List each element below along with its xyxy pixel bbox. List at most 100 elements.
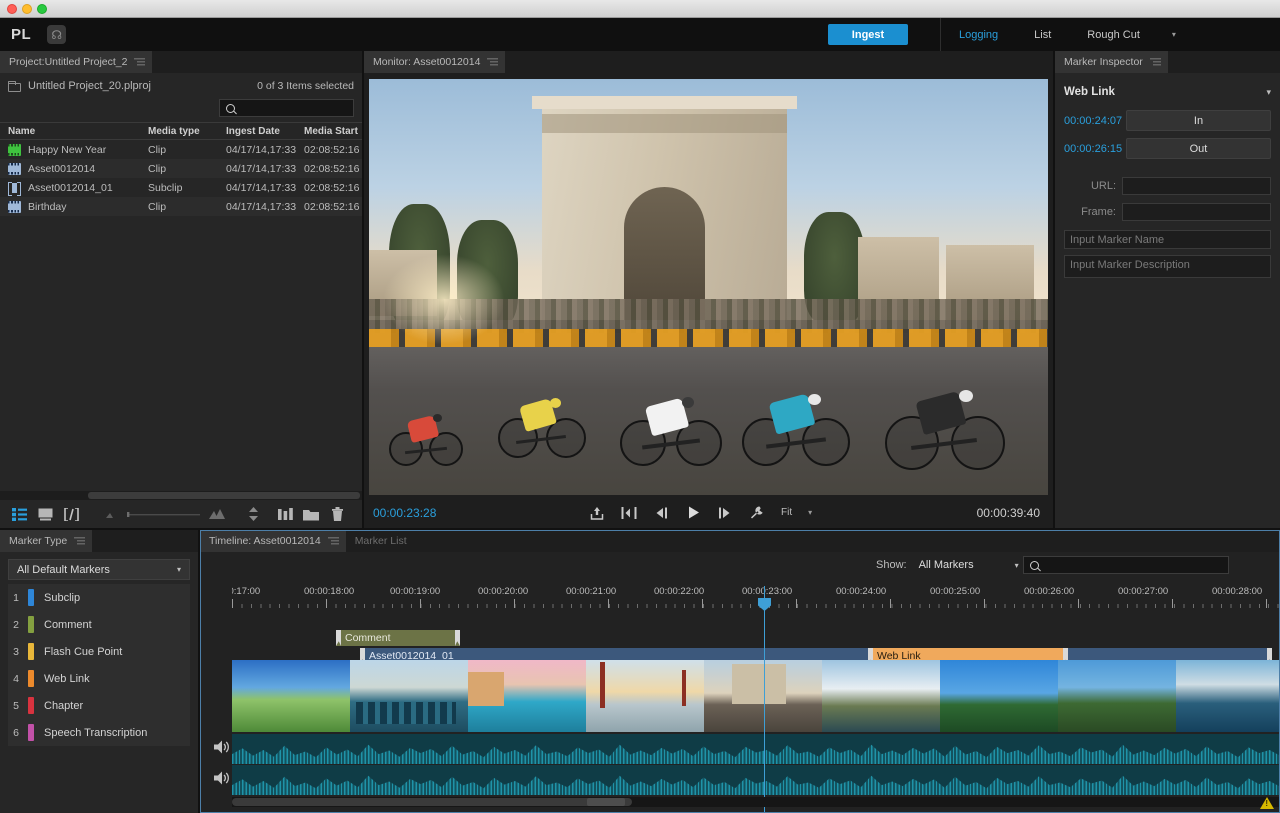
step-back-icon[interactable] <box>653 505 669 521</box>
marker-bar-comment[interactable]: Comment <box>336 630 460 646</box>
window-controls[interactable] <box>7 4 47 14</box>
scrollbar-thumb[interactable] <box>232 798 632 806</box>
thumbnail-view-icon[interactable] <box>32 500 58 528</box>
timeline-ruler[interactable]: 00:00:17:00 00:00:18:00 00:00:19:00 00:0… <box>232 586 1280 612</box>
prelude-app-window: PL ☊ Ingest Logging List Rough Cut ▾ Pro… <box>0 0 1280 813</box>
table-row[interactable]: Asset0012014_01 Subclip 04/17/14,17:33 0… <box>0 178 362 197</box>
list-item[interactable]: 1 Subclip <box>8 584 190 611</box>
settings-wrench-icon[interactable] <box>749 505 765 521</box>
tab-marker-inspector[interactable]: Marker Inspector <box>1055 51 1168 73</box>
panel-menu-icon[interactable] <box>328 537 339 546</box>
creative-cloud-icon[interactable]: ☊ <box>47 25 66 44</box>
scrollbar-thumb[interactable] <box>88 492 360 499</box>
url-field[interactable] <box>1122 177 1271 195</box>
thumb-size-slider[interactable] <box>124 500 204 528</box>
workspace-tab-rough-cut[interactable]: Rough Cut <box>1069 18 1158 51</box>
new-bin-icon[interactable] <box>298 500 324 528</box>
audio-track-1[interactable] <box>232 734 1280 764</box>
tab-marker-type-label: Marker Type <box>9 535 67 547</box>
workspace-menu-chevron-down-icon[interactable]: ▾ <box>1158 30 1190 39</box>
monitor-tab-bar: Monitor: Asset0012014 <box>364 51 1053 73</box>
panel-menu-icon[interactable] <box>1150 58 1161 67</box>
sort-order-icon[interactable] <box>240 500 266 528</box>
scrollbar-zoom-handle[interactable] <box>587 798 625 806</box>
column-header-media-start[interactable]: Media Start <box>296 126 362 137</box>
close-window-button[interactable] <box>7 4 17 14</box>
workspace-tab-logging[interactable]: Logging <box>941 18 1016 51</box>
export-frame-icon[interactable] <box>589 505 605 521</box>
ruler-tick-label: 00:00:21:00 <box>566 586 616 597</box>
tab-marker-list[interactable]: Marker List <box>346 530 414 552</box>
timeline-playhead[interactable] <box>764 586 765 813</box>
panel-divider-horizontal[interactable] <box>0 528 1280 530</box>
panel-divider-vertical[interactable] <box>1053 51 1055 528</box>
marker-description-input[interactable]: Input Marker Description <box>1064 255 1271 278</box>
list-item[interactable]: 5 Chapter <box>8 692 190 719</box>
inspector-body: Web Link ▾ 00:00:24:07 In 00:00:26:15 Ou… <box>1055 73 1280 278</box>
tab-marker-type[interactable]: Marker Type <box>0 530 92 552</box>
column-header-ingest-date[interactable]: Ingest Date <box>218 126 296 137</box>
tab-monitor[interactable]: Monitor: Asset0012014 <box>364 51 505 73</box>
marker-handle-left[interactable] <box>336 630 341 646</box>
table-row[interactable]: Happy New Year Clip 04/17/14,17:33 02:08… <box>0 140 362 159</box>
marker-out-timecode[interactable]: 00:00:26:15 <box>1064 143 1126 155</box>
marker-inspector-panel: Marker Inspector Web Link ▾ 00:00:24:07 … <box>1055 51 1280 528</box>
column-header-media-type[interactable]: Media type <box>140 126 218 137</box>
delete-icon[interactable] <box>324 500 350 528</box>
marker-type-chevron-down-icon[interactable]: ▾ <box>1266 87 1271 98</box>
list-item[interactable]: 6 Speech Transcription <box>8 719 190 746</box>
ruler-tick-label: 00:00:22:00 <box>654 586 704 597</box>
panel-menu-icon[interactable] <box>134 58 145 67</box>
list-item[interactable]: 4 Web Link <box>8 665 190 692</box>
panel-divider-vertical[interactable] <box>198 530 200 813</box>
tab-marker-list-label: Marker List <box>355 535 407 547</box>
video-track-filmstrip[interactable] <box>232 660 1280 732</box>
frame-field[interactable] <box>1122 203 1271 221</box>
timeline-horizontal-scrollbar[interactable] <box>232 797 1280 807</box>
zoom-chevron-down-icon[interactable]: ▾ <box>808 508 812 517</box>
zoom-window-button[interactable] <box>37 4 47 14</box>
thumb-large-icon[interactable] <box>204 500 230 528</box>
marker-preset-dropdown[interactable]: All Default Markers ▾ <box>8 559 190 580</box>
minimize-window-button[interactable] <box>22 4 32 14</box>
panel-divider-vertical[interactable] <box>362 51 364 528</box>
project-horizontal-scrollbar[interactable] <box>0 491 362 500</box>
ruler-tick-label: 00:00:19:00 <box>390 586 440 597</box>
panel-menu-icon[interactable] <box>74 537 85 546</box>
timeline-search-input[interactable] <box>1023 556 1229 574</box>
marker-in-timecode[interactable]: 00:00:24:07 <box>1064 115 1126 127</box>
show-filter-dropdown[interactable]: All Markers ▾ <box>919 556 1019 575</box>
app-logo: PL <box>11 26 31 43</box>
table-row[interactable]: Asset0012014 Clip 04/17/14,17:33 02:08:5… <box>0 159 362 178</box>
current-timecode[interactable]: 00:00:23:28 <box>373 506 436 520</box>
tab-project[interactable]: Project:Untitled Project_2 <box>0 51 152 73</box>
column-header-name[interactable]: Name <box>0 126 140 137</box>
marker-lane-1[interactable]: Comment <box>232 630 1280 647</box>
table-row[interactable]: Birthday Clip 04/17/14,17:33 02:08:52:16 <box>0 197 362 216</box>
set-out-button[interactable]: Out <box>1126 138 1271 159</box>
panel-menu-icon[interactable] <box>487 58 498 67</box>
new-rough-cut-icon[interactable] <box>272 500 298 528</box>
marker-handle-right[interactable] <box>455 630 460 646</box>
step-forward-icon[interactable] <box>717 505 733 521</box>
play-icon[interactable] <box>685 505 701 521</box>
list-item[interactable]: 2 Comment <box>8 611 190 638</box>
list-view-icon[interactable] <box>6 500 32 528</box>
speaker-icon[interactable] <box>214 740 230 754</box>
ruler-tick-label: 00:00:24:00 <box>836 586 886 597</box>
subclip-icon[interactable] <box>58 500 84 528</box>
speaker-icon[interactable] <box>214 771 230 785</box>
marker-shortcut-number: 5 <box>8 700 24 712</box>
tab-timeline[interactable]: Timeline: Asset0012014 <box>200 530 346 552</box>
ingest-button[interactable]: Ingest <box>828 24 908 45</box>
list-item[interactable]: 3 Flash Cue Point <box>8 638 190 665</box>
set-in-out-icon[interactable] <box>621 505 637 521</box>
workspace-tab-list[interactable]: List <box>1016 18 1069 51</box>
thumb-small-icon[interactable] <box>98 500 124 528</box>
set-in-button[interactable]: In <box>1126 110 1271 131</box>
project-search-input[interactable] <box>219 99 354 117</box>
marker-name-input[interactable]: Input Marker Name <box>1064 230 1271 249</box>
monitor-video-view[interactable] <box>369 79 1048 495</box>
zoom-level-label[interactable]: Fit <box>781 507 792 518</box>
audio-track-2[interactable] <box>232 765 1280 795</box>
